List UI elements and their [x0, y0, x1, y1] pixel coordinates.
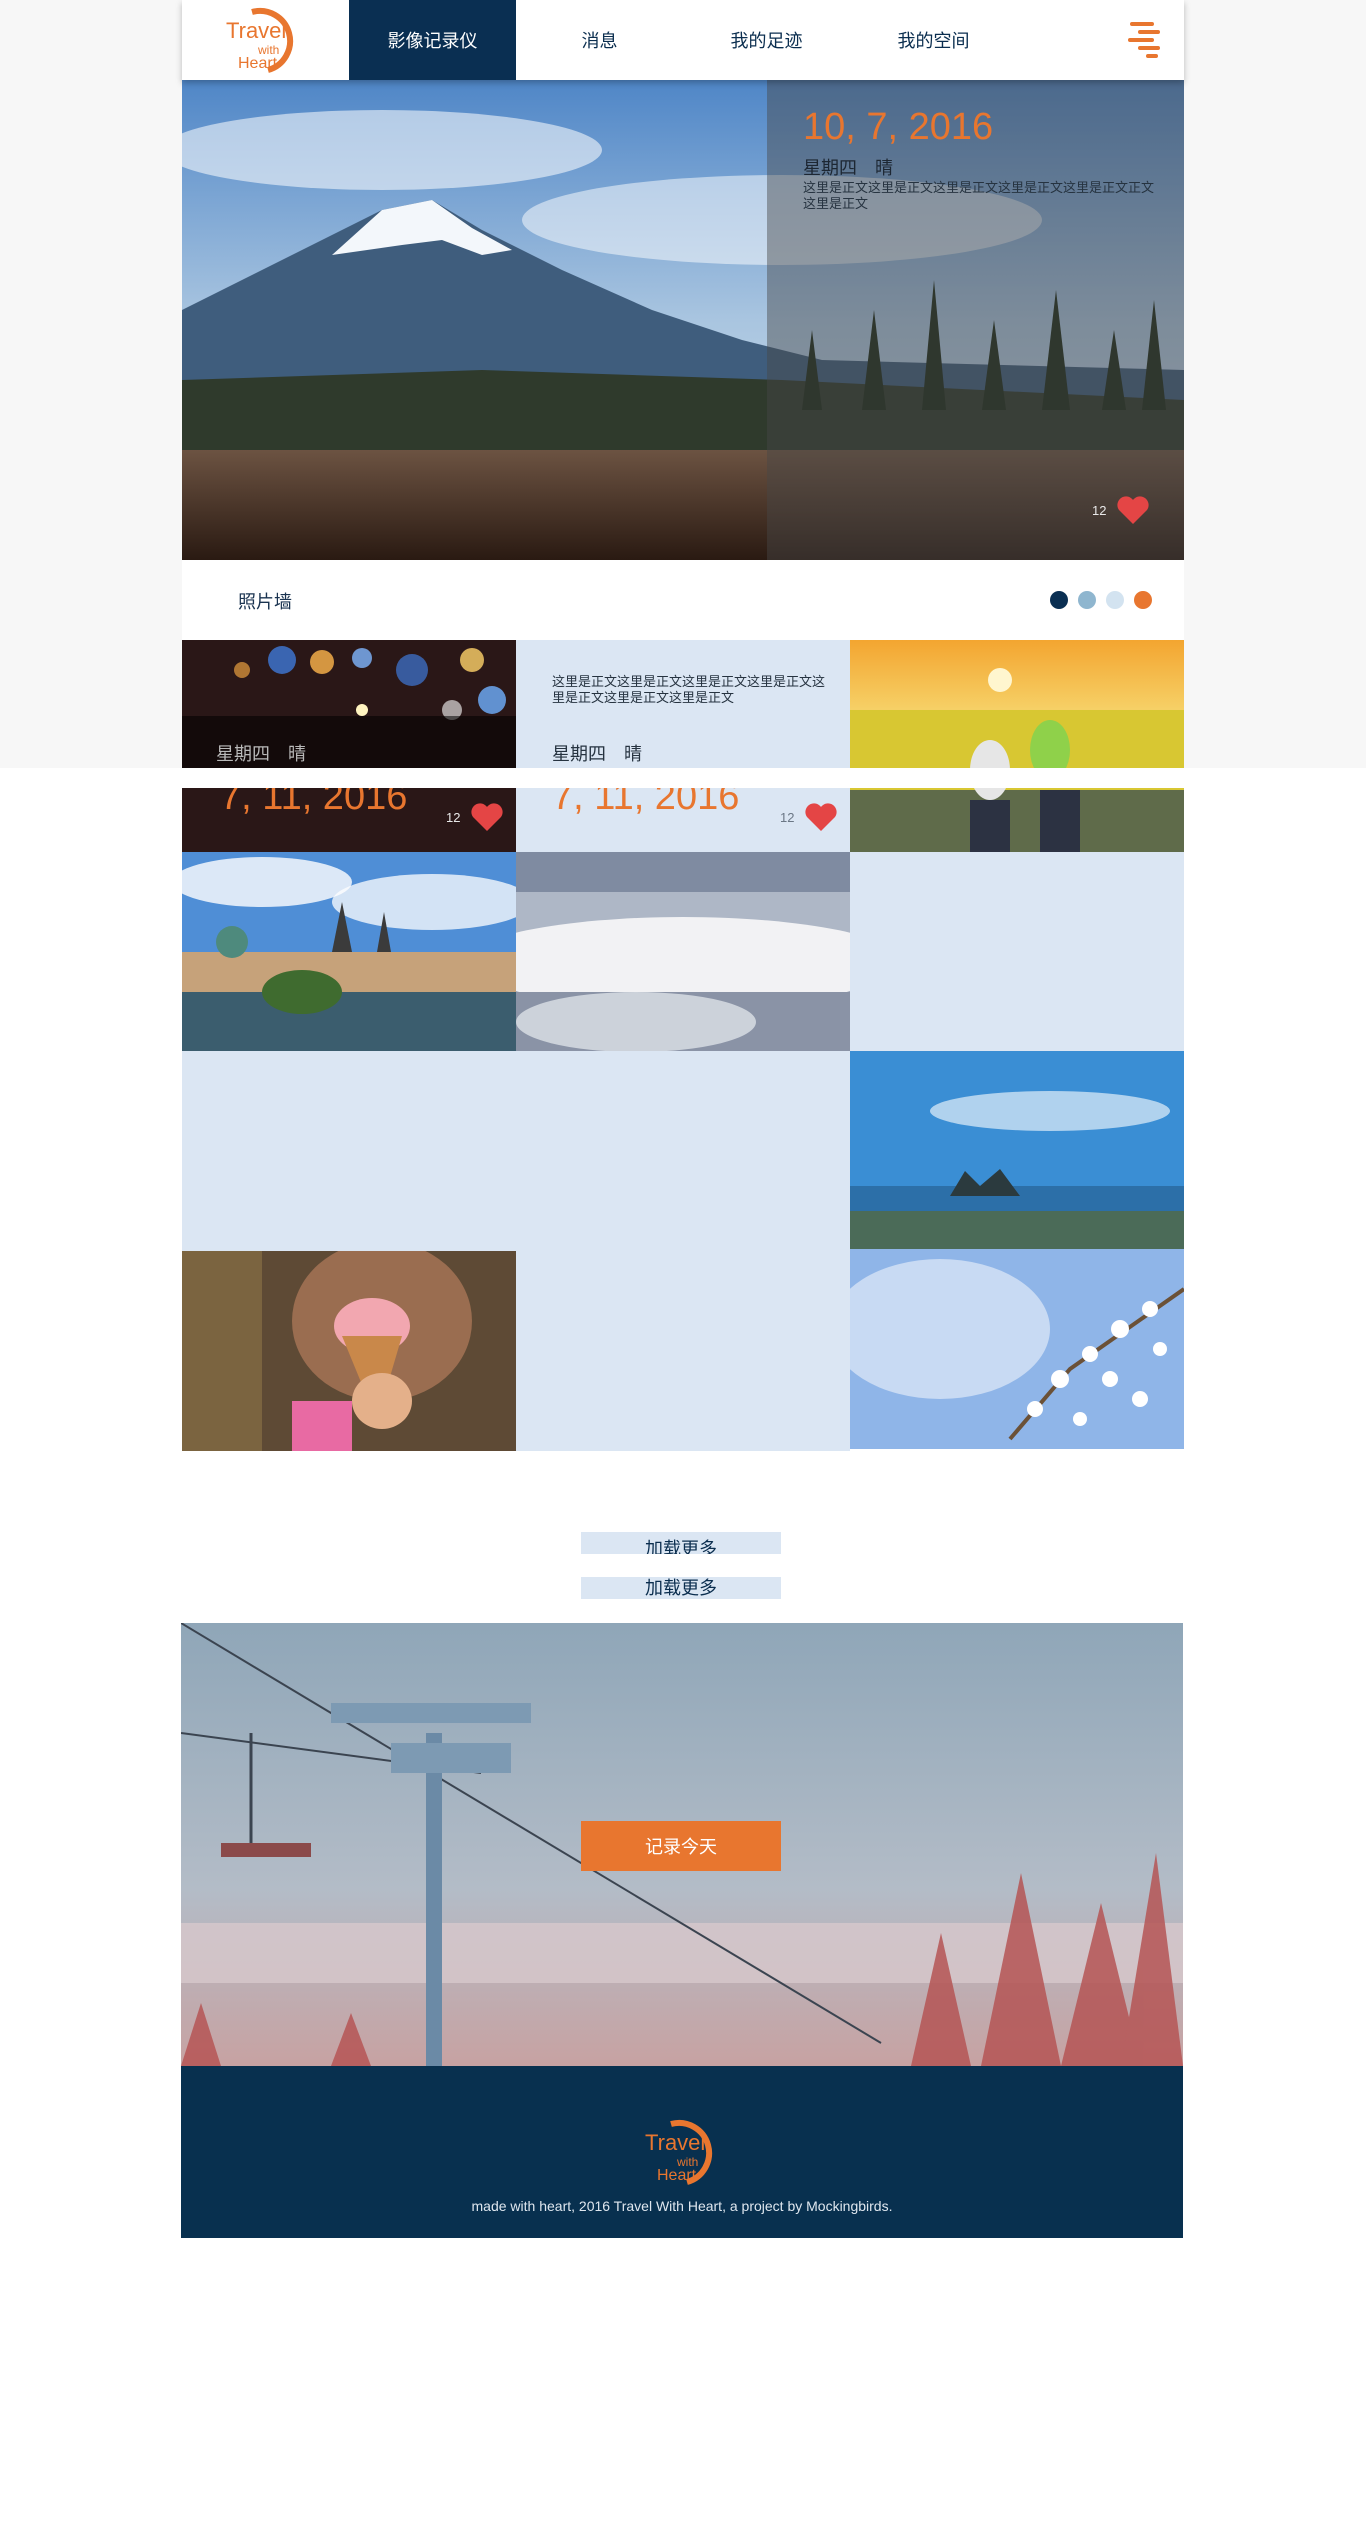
hero-banner: 10, 7, 2016 星期四 晴 这里是正文这里是正文这里是正文这里是正文这里…: [182, 80, 1184, 560]
nav-item-my-footprints[interactable]: 我的足迹: [683, 0, 850, 80]
record-today-banner: 记录今天: [181, 1623, 1183, 2066]
heart-icon[interactable]: [1116, 495, 1150, 525]
photo-tile-coastline[interactable]: [850, 1051, 1184, 1249]
city-river-photo: [182, 852, 516, 1051]
sunset-field-photo: [850, 640, 1184, 852]
card-like: 12: [780, 802, 838, 832]
menu-lines-icon[interactable]: [1126, 20, 1162, 58]
photo-card-text[interactable]: 这里是正文这里是正文这里是正文这里是正文这里是正文这里是正文这里是正文 星期四 …: [516, 640, 850, 852]
svg-text:Travel: Travel: [226, 18, 286, 43]
hero-like: 12: [1092, 495, 1150, 525]
foggy-forest-photo: [516, 852, 850, 1051]
photo-tile-city-river[interactable]: [182, 852, 516, 1051]
svg-text:Heart: Heart: [657, 2167, 697, 2184]
footer: Travel with Heart made with heart, 2016 …: [181, 2066, 1183, 2238]
nav-item-my-space[interactable]: 我的空间: [850, 0, 1017, 80]
load-more-button-ghost: 加载更多: [581, 1577, 781, 1599]
photo-wall-title: 照片墙: [238, 592, 292, 612]
grid-empty-tile: [516, 1051, 850, 1451]
carousel-dots: [1050, 591, 1152, 609]
carousel-dot-1[interactable]: [1050, 591, 1068, 609]
footer-credit-text: made with heart, 2016 Travel With Heart,…: [471, 2198, 893, 2214]
record-today-button[interactable]: 记录今天: [581, 1821, 781, 1871]
nav-item-messages[interactable]: 消息: [516, 0, 683, 80]
like-count: 12: [780, 809, 795, 825]
svg-text:Travel: Travel: [645, 2130, 705, 2155]
photo-tile-foggy-forest[interactable]: [516, 852, 850, 1051]
hero-info-panel: 10, 7, 2016 星期四 晴 这里是正文这里是正文这里是正文这里是正文这里…: [767, 80, 1184, 560]
card-like: 12: [446, 802, 504, 832]
footer-logo[interactable]: Travel with Heart: [643, 2114, 723, 2188]
photo-card-sparkler[interactable]: 星期四 晴 7, 11, 2016 12: [182, 640, 516, 852]
blossom-branch-photo: [850, 1249, 1184, 1449]
hero-date: 10, 7, 2016: [803, 106, 994, 148]
card-weekday-weather: 星期四 晴: [552, 744, 642, 764]
screenshot-seam: [0, 768, 1366, 788]
svg-text:Heart: Heart: [238, 55, 278, 72]
coastline-photo: [850, 1051, 1184, 1249]
photo-tile-blossom[interactable]: [850, 1249, 1184, 1449]
carousel-dot-2[interactable]: [1078, 591, 1096, 609]
ice-cream-photo: [182, 1251, 516, 1451]
card-body-text: 这里是正文这里是正文这里是正文这里是正文这里是正文这里是正文这里是正文: [552, 674, 826, 705]
photo-tile-ice-cream[interactable]: [182, 1251, 516, 1451]
hero-body-text: 这里是正文这里是正文这里是正文这里是正文这里是正文正文这里是正文: [803, 180, 1155, 211]
heart-icon[interactable]: [470, 802, 504, 832]
heart-icon[interactable]: [804, 802, 838, 832]
card-weekday-weather: 星期四 晴: [216, 744, 306, 764]
like-count: 12: [1092, 502, 1107, 518]
travel-with-heart-logo[interactable]: Travel with Heart: [224, 2, 304, 76]
like-count: 12: [446, 809, 461, 825]
grid-empty-tile: [182, 1051, 516, 1251]
top-navigation-bar: Travel with Heart 影像记录仪 消息 我的足迹 我的空间: [182, 0, 1184, 80]
photo-wall-header: 照片墙: [182, 560, 1184, 640]
nav-item-photo-recorder[interactable]: 影像记录仪: [349, 0, 516, 80]
carousel-dot-3[interactable]: [1106, 591, 1124, 609]
carousel-dot-4[interactable]: [1134, 591, 1152, 609]
grid-empty-tile: [850, 852, 1184, 1051]
photo-tile-sunset-field[interactable]: [850, 640, 1184, 852]
load-more-button[interactable]: 加载更多: [581, 1532, 781, 1554]
hero-weekday-weather: 星期四 晴: [803, 158, 893, 178]
